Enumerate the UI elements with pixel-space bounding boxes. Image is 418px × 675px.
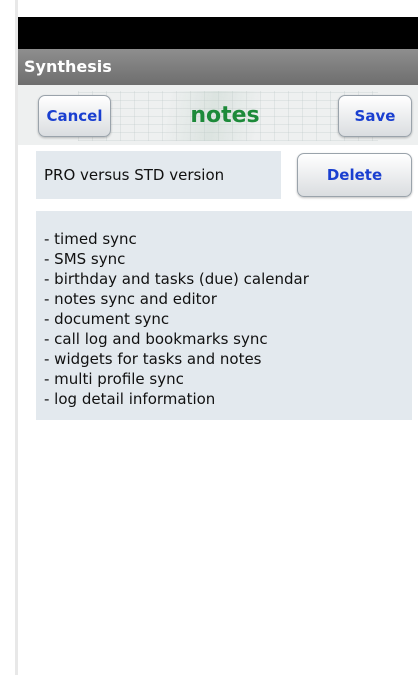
note-line: - widgets for tasks and notes (44, 350, 262, 368)
note-body-textarea[interactable]: - timed sync - SMS sync - birthday and t… (36, 211, 412, 420)
page-title: notes (190, 102, 260, 128)
note-line: - timed sync (44, 230, 137, 248)
left-edge (0, 0, 18, 675)
note-line: - SMS sync (44, 250, 126, 268)
app-title-bar: Synthesis (18, 49, 418, 85)
note-line: - birthday and tasks (due) calendar (44, 270, 309, 288)
note-line: - log detail information (44, 390, 216, 408)
note-line: - document sync (44, 310, 170, 328)
system-title-bar (18, 17, 418, 49)
cancel-button[interactable]: Cancel (38, 95, 111, 137)
note-line: - multi profile sync (44, 370, 184, 388)
status-bar (18, 0, 418, 17)
note-line: - call log and bookmarks sync (44, 330, 268, 348)
app-title: Synthesis (24, 57, 112, 76)
save-button[interactable]: Save (338, 95, 412, 137)
delete-button[interactable]: Delete (297, 153, 412, 197)
note-line: - notes sync and editor (44, 290, 217, 308)
note-subject-field[interactable]: PRO versus STD version (36, 151, 281, 199)
